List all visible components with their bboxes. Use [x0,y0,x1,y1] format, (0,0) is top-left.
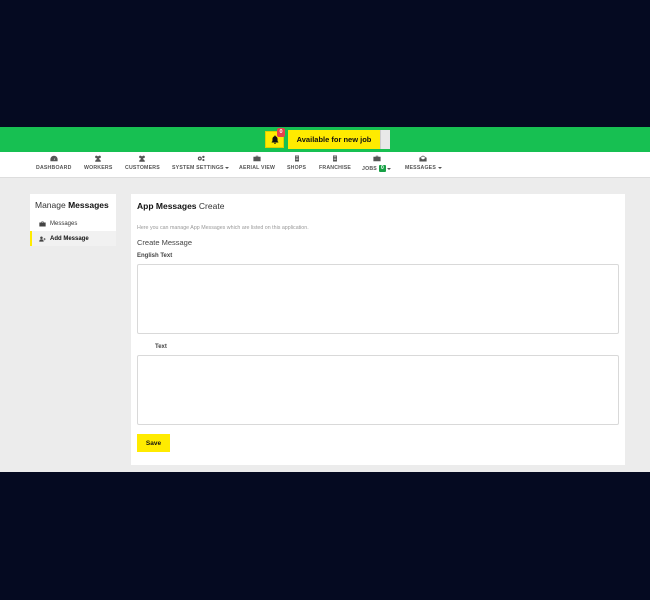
notification-count-badge: 0 [277,128,285,137]
nav-label-jobs: JOBS 0 [362,165,392,172]
page-title-suffix: Create [198,201,225,211]
nav-aerial-view[interactable]: AERIAL VIEW [239,155,275,171]
nav-label-system-settings: SYSTEM SETTINGS [172,165,230,171]
cogs-icon [197,155,205,162]
app-viewport: 0 Available for new job DASHBOARD WORKER… [0,127,650,472]
add-user-icon [39,235,46,242]
text-field[interactable] [137,355,619,425]
availability-button[interactable]: Available for new job [288,130,380,149]
nav-dashboard[interactable]: DASHBOARD [36,155,72,171]
page-title: App Messages Create [137,201,224,211]
building-icon [333,155,338,162]
sidebar-item-label: Add Message [50,235,89,242]
nav-label-workers: WORKERS [84,165,113,171]
nav-label-aerial-view: AERIAL VIEW [239,165,276,171]
nav-workers[interactable]: WORKERS [84,155,113,171]
nav-system-settings[interactable]: SYSTEM SETTINGS [172,155,230,171]
dashboard-icon [50,155,58,162]
briefcase-icon [373,155,381,162]
sidebar-title-bold: Messages [68,200,109,210]
nav-label-messages: MESSAGES [405,165,442,171]
nav-franchise[interactable]: FRANCHISE [319,155,351,171]
messages-text: MESSAGES [405,165,437,171]
nav-label-dashboard: DASHBOARD [36,165,72,171]
save-button[interactable]: Save [137,434,170,452]
main-navbar: DASHBOARD WORKERS CUSTOMERS SYSTEM SETTI… [0,152,650,178]
sidebar-title-prefix: Manage [35,200,66,210]
nav-customers[interactable]: CUSTOMERS [125,155,160,171]
nav-label-franchise: FRANCHISE [319,165,352,171]
sidebar-item-messages[interactable]: Messages [30,216,116,231]
users-icon [95,155,102,162]
page-title-bold: App Messages [137,201,197,211]
briefcase-icon [39,221,46,226]
sidebar-item-label: Messages [50,220,78,227]
nav-messages[interactable]: MESSAGES [405,155,442,171]
english-text-label: English Text [137,253,173,259]
create-message-panel: App Messages Create Here you can manage … [131,194,625,465]
chevron-down-icon [225,167,230,169]
building-icon [294,155,299,162]
nav-label-customers: CUSTOMERS [125,165,160,171]
sidebar: Manage Messages Messages Add Message [30,194,116,246]
text-label: Text [155,344,167,350]
briefcase-icon [253,155,261,162]
jobs-count-badge: 0 [378,165,386,172]
envelope-icon [419,155,427,162]
chevron-down-icon [387,167,392,170]
nav-label-shops: SHOPS [287,165,307,171]
page-description: Here you can manage App Messages which a… [137,225,309,231]
users-icon [139,155,146,162]
availability-toggle[interactable] [380,130,390,149]
sidebar-title: Manage Messages [35,200,109,210]
nav-shops[interactable]: SHOPS [287,155,306,171]
sidebar-item-add-message[interactable]: Add Message [30,231,116,246]
section-title: Create Message [137,238,193,247]
top-status-bar: 0 Available for new job [0,127,650,152]
chevron-down-icon [437,167,442,169]
jobs-text: JOBS [362,165,377,172]
system-settings-text: SYSTEM SETTINGS [172,165,224,171]
english-text-field[interactable] [137,264,619,334]
nav-jobs[interactable]: JOBS 0 [362,155,392,172]
